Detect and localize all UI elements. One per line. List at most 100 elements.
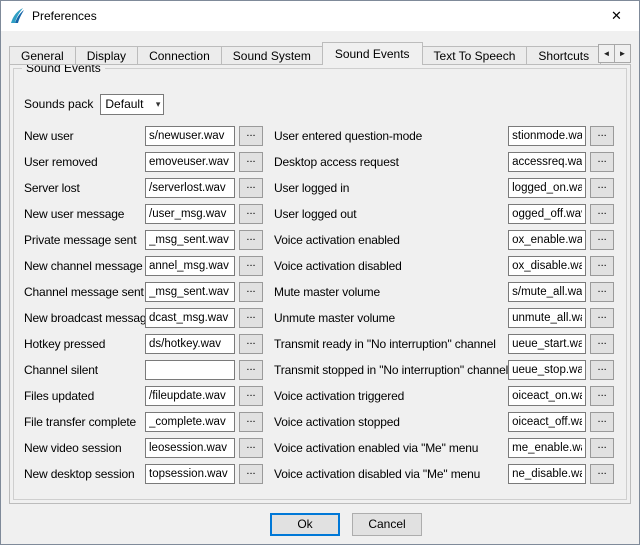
sound-event-label: User logged out [274, 207, 508, 221]
sound-file-input[interactable] [508, 464, 586, 484]
sound-file-input[interactable] [508, 360, 586, 380]
browse-button[interactable]: ... [239, 386, 263, 406]
sound-file-input[interactable] [145, 230, 235, 250]
browse-button[interactable]: ... [590, 178, 614, 198]
sound-file-input[interactable] [508, 126, 586, 146]
sound-event-label: New broadcast message [24, 311, 145, 325]
browse-button[interactable]: ... [590, 126, 614, 146]
tab-scroll-control: ◄ ► [598, 44, 631, 63]
sound-event-row: Mute master volume... [274, 279, 614, 305]
tab-scroll-right-icon[interactable]: ► [614, 44, 631, 63]
sound-event-label: File transfer complete [24, 415, 145, 429]
sound-file-input[interactable] [145, 464, 235, 484]
browse-button[interactable]: ... [239, 178, 263, 198]
browse-button[interactable]: ... [239, 152, 263, 172]
sound-event-label: Channel message sent [24, 285, 145, 299]
browse-button[interactable]: ... [590, 152, 614, 172]
tab-connection[interactable]: Connection [137, 46, 222, 65]
sound-file-input[interactable] [145, 438, 235, 458]
sound-event-label: Files updated [24, 389, 145, 403]
sound-event-label: New user [24, 129, 145, 143]
browse-button[interactable]: ... [239, 464, 263, 484]
sound-file-input[interactable] [508, 334, 586, 354]
sound-file-input[interactable] [508, 230, 586, 250]
browse-button[interactable]: ... [239, 438, 263, 458]
sound-event-row: New desktop session... [24, 461, 261, 487]
sound-file-input[interactable] [145, 152, 235, 172]
sound-file-input[interactable] [145, 204, 235, 224]
sound-event-row: Transmit ready in "No interruption" chan… [274, 331, 614, 357]
sound-event-row: New user message... [24, 201, 261, 227]
ok-button[interactable]: Ok [270, 513, 340, 536]
sound-event-row: Voice activation disabled... [274, 253, 614, 279]
browse-button[interactable]: ... [590, 230, 614, 250]
browse-button[interactable]: ... [239, 230, 263, 250]
cancel-button[interactable]: Cancel [352, 513, 422, 536]
close-icon[interactable]: ✕ [594, 1, 639, 31]
sounds-pack-label: Sounds pack [24, 97, 93, 111]
browse-button[interactable]: ... [590, 282, 614, 302]
tab-shortcuts[interactable]: Shortcuts [526, 46, 601, 65]
sound-file-input[interactable] [145, 386, 235, 406]
sound-file-input[interactable] [508, 386, 586, 406]
tab-display[interactable]: Display [75, 46, 138, 65]
browse-button[interactable]: ... [590, 256, 614, 276]
browse-button[interactable]: ... [590, 464, 614, 484]
browse-button[interactable]: ... [239, 204, 263, 224]
browse-button[interactable]: ... [239, 334, 263, 354]
sound-file-input[interactable] [145, 282, 235, 302]
browse-button[interactable]: ... [239, 126, 263, 146]
tab-sound-events[interactable]: Sound Events [322, 42, 423, 65]
app-logo-icon [9, 8, 25, 24]
browse-button[interactable]: ... [239, 282, 263, 302]
sound-file-input[interactable] [145, 308, 235, 328]
events-column-left: New user...User removed...Server lost...… [24, 123, 261, 487]
sound-file-input[interactable] [145, 256, 235, 276]
sound-event-row: New broadcast message... [24, 305, 261, 331]
browse-button[interactable]: ... [590, 334, 614, 354]
browse-button[interactable]: ... [590, 360, 614, 380]
tab-general[interactable]: General [9, 46, 76, 65]
sound-event-row: Desktop access request... [274, 149, 614, 175]
sound-file-input[interactable] [145, 126, 235, 146]
sound-file-input[interactable] [508, 256, 586, 276]
tab-text-to-speech[interactable]: Text To Speech [422, 46, 528, 65]
browse-button[interactable]: ... [239, 256, 263, 276]
chevron-down-icon: ▾ [156, 99, 161, 110]
sound-event-label: Channel silent [24, 363, 145, 377]
sound-event-label: Private message sent [24, 233, 145, 247]
browse-button[interactable]: ... [239, 412, 263, 432]
sound-file-input[interactable] [508, 152, 586, 172]
sound-event-row: New user... [24, 123, 261, 149]
sound-event-row: User entered question-mode... [274, 123, 614, 149]
sound-file-input[interactable] [508, 178, 586, 198]
sound-file-input[interactable] [145, 360, 235, 380]
tab-sound-system[interactable]: Sound System [221, 46, 323, 65]
sound-event-label: User logged in [274, 181, 508, 195]
browse-button[interactable]: ... [590, 308, 614, 328]
browse-button[interactable]: ... [590, 412, 614, 432]
sound-event-label: Mute master volume [274, 285, 508, 299]
browse-button[interactable]: ... [590, 386, 614, 406]
dialog-footer: Ok Cancel [1, 504, 639, 544]
sound-file-input[interactable] [508, 204, 586, 224]
sound-file-input[interactable] [508, 438, 586, 458]
sound-event-row: Voice activation disabled via "Me" menu.… [274, 461, 614, 487]
sound-file-input[interactable] [145, 412, 235, 432]
browse-button[interactable]: ... [239, 308, 263, 328]
sound-file-input[interactable] [145, 334, 235, 354]
sound-event-label: New user message [24, 207, 145, 221]
tab-scroll-left-icon[interactable]: ◄ [598, 44, 615, 63]
sound-events-groupbox: Sound Events Sounds pack Default ▾ New u… [13, 68, 627, 500]
browse-button[interactable]: ... [239, 360, 263, 380]
sound-event-row: User logged out... [274, 201, 614, 227]
sounds-pack-select[interactable]: Default ▾ [100, 94, 164, 115]
sound-event-row: New video session... [24, 435, 261, 461]
sound-file-input[interactable] [145, 178, 235, 198]
browse-button[interactable]: ... [590, 438, 614, 458]
sound-file-input[interactable] [508, 308, 586, 328]
sound-file-input[interactable] [508, 282, 586, 302]
sound-event-label: Voice activation enabled [274, 233, 508, 247]
sound-file-input[interactable] [508, 412, 586, 432]
browse-button[interactable]: ... [590, 204, 614, 224]
